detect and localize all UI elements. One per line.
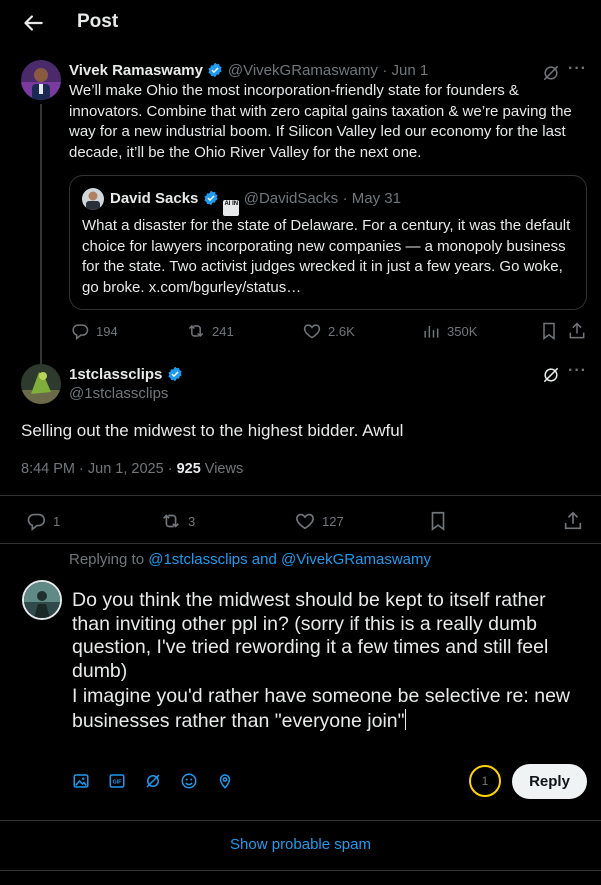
- repost-icon: [188, 324, 204, 338]
- share-icon[interactable]: [567, 321, 587, 341]
- verified-badge-icon: [207, 62, 223, 78]
- analytics-icon: [424, 326, 439, 338]
- share-icon[interactable]: [562, 510, 584, 532]
- verified-badge-icon: [167, 366, 183, 382]
- show-spam-row: Show probable spam: [0, 836, 601, 853]
- quote-handle: @DavidSacks: [243, 190, 339, 207]
- post-header: Post: [0, 0, 601, 46]
- replying-to-prefix: Replying to: [69, 551, 145, 568]
- quoted-tweet[interactable]: David Sacks AI IN @DavidSacks · May 31 W…: [69, 175, 587, 310]
- heart-icon: [303, 324, 321, 339]
- grok-icon[interactable]: [144, 772, 162, 790]
- quote-author-row: David Sacks AI IN @DavidSacks · May 31: [110, 190, 401, 216]
- tweet1-text: We’ll make Ohio the most incorporation-f…: [69, 82, 572, 161]
- divider: [0, 820, 601, 821]
- emoji-icon[interactable]: [180, 772, 198, 790]
- reply-action[interactable]: 194: [70, 321, 118, 341]
- heart-icon: [296, 513, 314, 530]
- tweet2-views-count: 925: [176, 461, 201, 477]
- quote-date: · May 31: [342, 190, 401, 207]
- repost-count: 3: [188, 513, 196, 529]
- reply-paragraph-2-text: I imagine you'd rather have someone be s…: [72, 685, 571, 732]
- replying-to-users[interactable]: @1stclassclips and @VivekGRamaswamy: [148, 551, 431, 568]
- quote-author-name: David Sacks: [110, 190, 199, 207]
- like-action[interactable]: 127: [294, 510, 344, 532]
- reply-paragraph-2: I imagine you'd rather have someone be s…: [72, 685, 587, 733]
- thread-connector: [40, 104, 42, 366]
- gif-icon[interactable]: GIF: [108, 772, 126, 790]
- avatar-current-user[interactable]: [22, 580, 62, 620]
- tweet2-views-label: Views: [204, 461, 244, 477]
- repost-count: 241: [212, 323, 234, 339]
- repost-action[interactable]: 3: [160, 510, 195, 532]
- reply-count: 1: [53, 513, 61, 529]
- bookmark-icon[interactable]: [427, 510, 449, 532]
- views-count: 350K: [447, 323, 478, 339]
- tweet2-handle[interactable]: @1stclassclips: [69, 385, 168, 402]
- quote-text: What a disaster for the state of Delawar…: [82, 217, 571, 296]
- replying-to: Replying to @1stclassclips and @VivekGRa…: [69, 551, 431, 568]
- more-options-icon[interactable]: ···: [568, 362, 587, 380]
- character-counter: 1: [469, 765, 501, 797]
- divider: [0, 543, 601, 544]
- image-icon[interactable]: [72, 772, 90, 790]
- svg-text:GIF: GIF: [113, 779, 123, 785]
- tweet2-author-name[interactable]: 1stclassclips: [69, 366, 162, 383]
- divider: [0, 870, 601, 871]
- grok-icon[interactable]: [541, 63, 561, 83]
- avatar-vivek[interactable]: [21, 60, 61, 100]
- views-action[interactable]: 350K: [421, 321, 477, 341]
- tweet1-author-name[interactable]: Vivek Ramaswamy: [69, 62, 203, 79]
- page-title: Post: [77, 11, 119, 32]
- avatar-david-sacks: [82, 188, 104, 210]
- reply-icon: [27, 513, 45, 531]
- location-icon[interactable]: [216, 772, 234, 790]
- text-caret: [404, 708, 406, 730]
- grok-icon[interactable]: [541, 365, 561, 385]
- reply-icon: [72, 324, 89, 341]
- more-options-icon[interactable]: ···: [568, 60, 587, 78]
- like-action[interactable]: 2.6K: [302, 321, 355, 341]
- repost-icon: [163, 514, 179, 528]
- tweet2-author-row: 1stclassclips: [69, 366, 183, 384]
- avatar-1stclassclips[interactable]: [21, 364, 61, 404]
- reply-textarea[interactable]: Do you think the midwest should be kept …: [72, 589, 587, 733]
- like-count: 2.6K: [328, 323, 355, 339]
- reply-action[interactable]: 1: [25, 510, 60, 532]
- reply-paragraph-1: Do you think the midwest should be kept …: [72, 589, 549, 682]
- tweet2-meta: 8:44 PM · Jun 1, 2025 · 925 Views: [21, 461, 243, 477]
- bookmark-icon[interactable]: [539, 321, 559, 341]
- reply-count: 194: [96, 323, 118, 339]
- divider: [0, 495, 601, 496]
- tweet2-text: Selling out the midwest to the highest b…: [21, 421, 404, 440]
- affiliation-badge: AI IN: [223, 200, 240, 216]
- show-probable-spam-link[interactable]: Show probable spam: [230, 836, 371, 853]
- reply-button[interactable]: Reply: [512, 764, 587, 799]
- like-count: 127: [322, 513, 344, 529]
- back-arrow-icon[interactable]: [20, 10, 46, 36]
- repost-action[interactable]: 241: [186, 321, 234, 341]
- tweet2-timestamp[interactable]: 8:44 PM · Jun 1, 2025 ·: [21, 461, 173, 477]
- tweet1-handle[interactable]: @VivekGRamaswamy: [228, 62, 378, 79]
- verified-badge-icon: [203, 190, 219, 206]
- tweet1-date[interactable]: · Jun 1: [382, 62, 428, 79]
- tweet1-author-row: Vivek Ramaswamy @VivekGRamaswamy · Jun 1: [69, 62, 428, 80]
